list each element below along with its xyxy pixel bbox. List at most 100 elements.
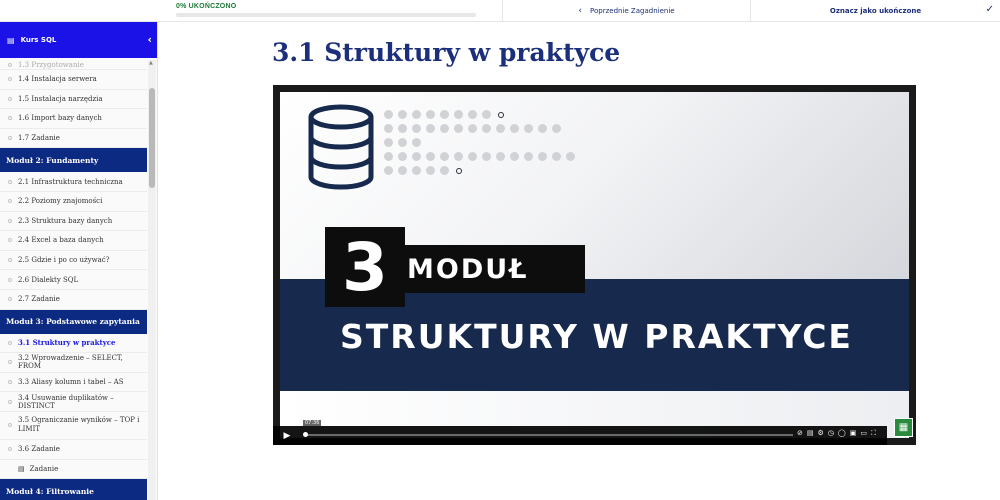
grey-dot <box>482 110 491 119</box>
grey-dot <box>412 152 421 161</box>
scroll-thumb[interactable] <box>149 88 155 188</box>
sidebar-item-2-4[interactable]: 2.4 Excel a baza danych <box>0 231 147 251</box>
grey-dot <box>426 152 435 161</box>
scroll-up-icon[interactable]: ▲ <box>149 60 153 66</box>
sidebar-item-1-5[interactable]: 1.5 Instalacja narzędzia <box>0 90 147 110</box>
module-header-3[interactable]: Moduł 3: Podstawowe zapytania <box>0 309 147 334</box>
status-dot-icon <box>8 77 12 82</box>
grey-dot <box>412 110 421 119</box>
grey-dot <box>384 138 393 147</box>
check-icon: ✓ <box>985 4 994 15</box>
sidebar-item-quiz[interactable]: ▤ Zadanie <box>0 460 147 480</box>
grey-dot <box>538 152 547 161</box>
module-number: 3 <box>325 227 405 307</box>
grey-dot <box>482 152 491 161</box>
module-header-4[interactable]: Moduł 4: Filtrowanie <box>0 479 147 500</box>
lesson-label: 1.5 Instalacja narzędzia <box>18 94 103 103</box>
video-player[interactable]: MODUŁ 3 STRUKTURY W PRAKTYCE ▶ 07:36 ⊘ ▤… <box>273 85 916 445</box>
volume-icon[interactable]: ◯ <box>838 429 846 438</box>
grey-dot <box>398 152 407 161</box>
captions-off-icon[interactable]: ⊘ <box>797 429 803 438</box>
grey-dot <box>440 152 449 161</box>
sidebar-item-3-3[interactable]: 3.3 Aliasy kolumn i tabel – AS <box>0 373 147 393</box>
database-icon <box>308 104 374 190</box>
sidebar-item-2-3[interactable]: 2.3 Struktura bazy danych <box>0 212 147 232</box>
seek-knob[interactable] <box>303 432 308 437</box>
sidebar-item-1-6[interactable]: 1.6 Import bazy danych <box>0 109 147 129</box>
grey-dot <box>454 110 463 119</box>
status-dot-icon <box>8 277 12 282</box>
grey-dot <box>510 124 519 133</box>
grey-dot <box>440 166 449 175</box>
pip-icon[interactable]: ▣ <box>850 429 857 438</box>
player-icons: ⊘ ▤ ⚙ ◷ ◯ ▣ ▭ ⛶ <box>797 429 876 438</box>
ring-dot <box>455 167 462 174</box>
sidebar-item-3-2[interactable]: 3.2 Wprowadzenie – SELECT, FROM <box>0 353 147 373</box>
grey-dot <box>552 124 561 133</box>
play-button[interactable]: ▶ <box>277 429 297 442</box>
fullscreen-icon[interactable]: ⛶ <box>871 429 876 438</box>
sidebar-item-2-2[interactable]: 2.2 Poziomy znajomości <box>0 192 147 212</box>
grey-dot <box>412 166 421 175</box>
sidebar-item-2-1[interactable]: 2.1 Infrastruktura techniczna <box>0 172 147 192</box>
course-title: Kurs SQL <box>20 36 57 44</box>
speed-icon[interactable]: ◷ <box>828 429 834 438</box>
sidebar-item-2-7[interactable]: 2.7 Zadanie <box>0 290 147 310</box>
sidebar-item-3-6[interactable]: 3.6 Zadanie <box>0 440 147 460</box>
grey-dot <box>384 124 393 133</box>
lesson-label: 2.7 Zadanie <box>18 295 60 304</box>
previous-topic-button[interactable]: ‹ Poprzednie Zagadnienie <box>502 0 750 22</box>
grey-dot <box>412 138 421 147</box>
lesson-label: Zadanie <box>29 464 59 473</box>
course-header[interactable]: ▤ Kurs SQL ‹ <box>0 22 157 58</box>
sidebar-item-1-4[interactable]: 1.4 Instalacja serwera <box>0 70 147 90</box>
sidebar-item-3-5[interactable]: 3.5 Ograniczanie wyników – TOP i LIMIT <box>0 412 147 440</box>
grey-dot <box>524 124 533 133</box>
grey-dot <box>398 138 407 147</box>
time-tooltip: 07:36 <box>303 420 322 426</box>
settings-icon[interactable]: ⚙ <box>818 429 824 438</box>
ring-dot <box>497 111 504 118</box>
sidebar-item-1-7[interactable]: 1.7 Zadanie <box>0 129 147 149</box>
status-dot-icon <box>8 199 12 204</box>
grey-dot <box>398 166 407 175</box>
sidebar-scrollbar[interactable]: ▲ <box>148 60 156 500</box>
status-dot-icon <box>8 238 12 243</box>
lesson-label: 2.5 Gdzie i po co używać? <box>18 256 110 265</box>
airplay-icon[interactable]: ▭ <box>860 429 867 438</box>
chevron-left-icon[interactable]: ‹ <box>147 33 152 46</box>
status-dot-icon <box>8 218 12 223</box>
subtitles-icon[interactable]: ▤ <box>807 429 814 438</box>
grey-dot <box>552 152 561 161</box>
sidebar-item-2-6[interactable]: 2.6 Dialekty SQL <box>0 270 147 290</box>
lesson-label: 3.2 Wprowadzenie – SELECT, FROM <box>18 354 123 371</box>
lesson-label: 3.3 Aliasy kolumn i tabel – AS <box>18 378 124 387</box>
progress-label: 0% UKOŃCZONO <box>176 3 237 10</box>
lesson-label: 3.6 Zadanie <box>18 445 60 454</box>
grey-dot <box>524 152 533 161</box>
sidebar-item-2-5[interactable]: 2.5 Gdzie i po co używać? <box>0 251 147 271</box>
grey-dot <box>538 124 547 133</box>
sidebar-item-partial[interactable]: 1.3 Przygotowanie <box>0 60 147 70</box>
grey-dot <box>398 110 407 119</box>
lesson-label: 2.3 Struktura bazy danych <box>18 216 113 225</box>
status-dot-icon <box>8 360 12 365</box>
video-thumbnail[interactable]: MODUŁ 3 STRUKTURY W PRAKTYCE <box>278 90 911 440</box>
module-header-2[interactable]: Moduł 2: Fundamenty <box>0 148 147 173</box>
qr-icon[interactable]: ▦ <box>894 418 913 437</box>
seek-bar[interactable] <box>305 434 793 436</box>
top-bar: 0% UKOŃCZONO ‹ Poprzednie Zagadnienie Oz… <box>0 0 1000 22</box>
sidebar-item-3-1[interactable]: 3.1 Struktury w praktyce <box>0 334 147 354</box>
module-word: MODUŁ <box>395 245 585 293</box>
lesson-label: 2.1 Infrastruktura techniczna <box>18 177 123 186</box>
sidebar-item-3-4[interactable]: 3.4 Usuwanie duplikatów – DISTINCT <box>0 392 147 412</box>
document-icon: ▤ <box>18 464 25 473</box>
video-controls: ▶ 07:36 ⊘ ▤ ⚙ ◷ ◯ ▣ ▭ ⛶ <box>273 420 887 445</box>
status-dot-icon <box>8 258 12 263</box>
lesson-label: 2.2 Poziomy znajomości <box>18 197 103 206</box>
grey-dot <box>384 110 393 119</box>
mark-complete-button[interactable]: Oznacz jako ukończone ✓ <box>750 0 1000 22</box>
chevron-left-icon: ‹ <box>578 6 583 16</box>
grey-dot <box>384 152 393 161</box>
sidebar: ▤ Kurs SQL ‹ 1.3 Przygotowanie 1.4 Insta… <box>0 22 158 500</box>
